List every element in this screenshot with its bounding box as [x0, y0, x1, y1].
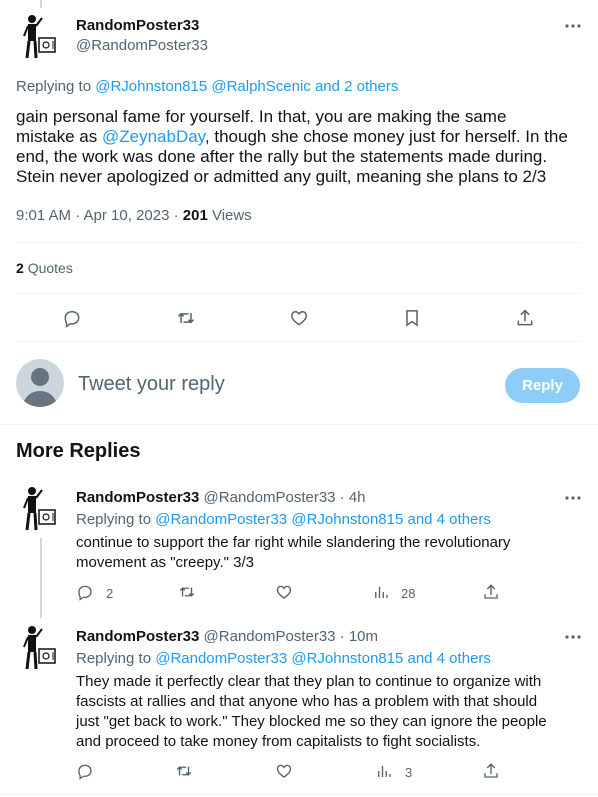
- reply-icon[interactable]: [76, 583, 94, 601]
- reply-display-name[interactable]: RandomPoster33: [76, 489, 199, 506]
- replying-to: Replying to @RJohnston815 @RalphScenic a…: [16, 78, 398, 95]
- like-icon[interactable]: [275, 583, 293, 601]
- main-handle[interactable]: @RandomPoster33: [76, 37, 208, 54]
- tweet-meta: 9:01 AM · Apr 10, 2023 · 201 Views: [16, 207, 252, 224]
- like-icon[interactable]: [289, 308, 309, 328]
- reply-icon[interactable]: [76, 762, 94, 780]
- reply-header: RandomPoster33 @RandomPoster33 · 4h: [76, 489, 366, 506]
- main-display-name[interactable]: RandomPoster33: [76, 17, 199, 34]
- share-icon[interactable]: [482, 583, 500, 601]
- more-icon[interactable]: [564, 489, 582, 507]
- reply-1-avatar[interactable]: [20, 486, 60, 534]
- reply-count: 2: [106, 586, 114, 601]
- share-icon[interactable]: [482, 762, 500, 780]
- stick-figure-safe-icon: [23, 487, 56, 531]
- reply-line: continue to support the far right while …: [76, 534, 511, 551]
- quotes-count: 2: [16, 260, 24, 276]
- main-tweet-avatar[interactable]: [20, 14, 60, 62]
- stick-figure-safe-icon: [23, 15, 56, 59]
- views-count: 3: [405, 765, 413, 780]
- divider: [16, 242, 582, 243]
- quotes-label: Quotes: [27, 260, 73, 276]
- timestamp[interactable]: 9:01 AM · Apr 10, 2023 ·: [16, 207, 179, 224]
- reply-handle-time[interactable]: @RandomPoster33 · 4h: [204, 489, 366, 506]
- views-label: Views: [211, 207, 252, 224]
- views-icon[interactable]: [375, 762, 393, 780]
- reply-line: movement as "creepy." 3/3: [76, 554, 254, 571]
- thread-line-top: [40, 0, 42, 8]
- main-tweet-text: gain personal fame for yourself. In that…: [16, 107, 591, 187]
- replying-to: Replying to @RandomPoster33 @RJohnston81…: [76, 511, 491, 528]
- retweet-icon[interactable]: [175, 762, 193, 780]
- views-icon[interactable]: [372, 583, 390, 601]
- tweet-line: gain personal fame for yourself. In that…: [16, 107, 507, 126]
- replying-prefix: Replying to: [76, 650, 152, 667]
- mention-link[interactable]: @ZeynabDay: [102, 127, 205, 146]
- reply-text: continue to support the far right while …: [76, 533, 510, 573]
- reply-display-name[interactable]: RandomPoster33: [76, 628, 199, 645]
- stick-figure-safe-icon: [23, 626, 56, 670]
- tweet-line: mistake as @ZeynabDay, though she chose …: [16, 127, 568, 146]
- reply-line: just "get back to work." They blocked me…: [76, 713, 547, 730]
- reply-input[interactable]: Tweet your reply: [78, 373, 225, 396]
- views-count: 28: [401, 586, 416, 601]
- replying-prefix: Replying to: [76, 511, 152, 528]
- composer-avatar: [16, 359, 64, 407]
- replying-prefix: Replying to: [16, 78, 92, 95]
- retweet-icon[interactable]: [178, 583, 196, 601]
- reply-2-avatar[interactable]: [20, 625, 60, 673]
- reply-header: RandomPoster33 @RandomPoster33 · 10m: [76, 628, 378, 645]
- more-icon[interactable]: [564, 628, 582, 646]
- thread-line: [40, 538, 42, 618]
- divider: [16, 341, 582, 342]
- replying-mentions[interactable]: @RandomPoster33 @RJohnston815 and 4 othe…: [155, 650, 491, 667]
- like-icon[interactable]: [275, 762, 293, 780]
- replying-mentions[interactable]: @RandomPoster33 @RJohnston815 and 4 othe…: [155, 511, 491, 528]
- divider: [16, 293, 582, 294]
- views-count: 201: [182, 207, 208, 224]
- more-icon[interactable]: [564, 17, 582, 35]
- reply-button[interactable]: Reply: [505, 368, 580, 403]
- retweet-icon[interactable]: [176, 308, 196, 328]
- tweet-line: end, the work was done after the rally b…: [16, 147, 548, 166]
- more-replies-heading: More Replies: [16, 440, 141, 462]
- reply-icon[interactable]: [62, 308, 82, 328]
- reply-line: and proceed to take money from capitalis…: [76, 733, 481, 750]
- default-avatar-icon: [22, 368, 58, 407]
- reply-handle-time[interactable]: @RandomPoster33 · 10m: [204, 628, 378, 645]
- bookmark-icon[interactable]: [402, 308, 422, 328]
- reply-text: They made it perfectly clear that they p…: [76, 672, 547, 752]
- quotes-stat[interactable]: 2 Quotes: [16, 260, 73, 276]
- replying-others[interactable]: and 2 others: [315, 78, 398, 95]
- share-icon[interactable]: [515, 308, 535, 328]
- divider: [0, 794, 598, 795]
- reply-line: They made it perfectly clear that they p…: [76, 673, 542, 690]
- divider: [0, 424, 598, 425]
- tweet-line: Stein never apologized or admitted any g…: [16, 167, 547, 186]
- reply-line: fascists at rallies and that anyone who …: [76, 693, 538, 710]
- replying-mentions[interactable]: @RJohnston815 @RalphScenic: [95, 78, 311, 95]
- replying-to: Replying to @RandomPoster33 @RJohnston81…: [76, 650, 491, 667]
